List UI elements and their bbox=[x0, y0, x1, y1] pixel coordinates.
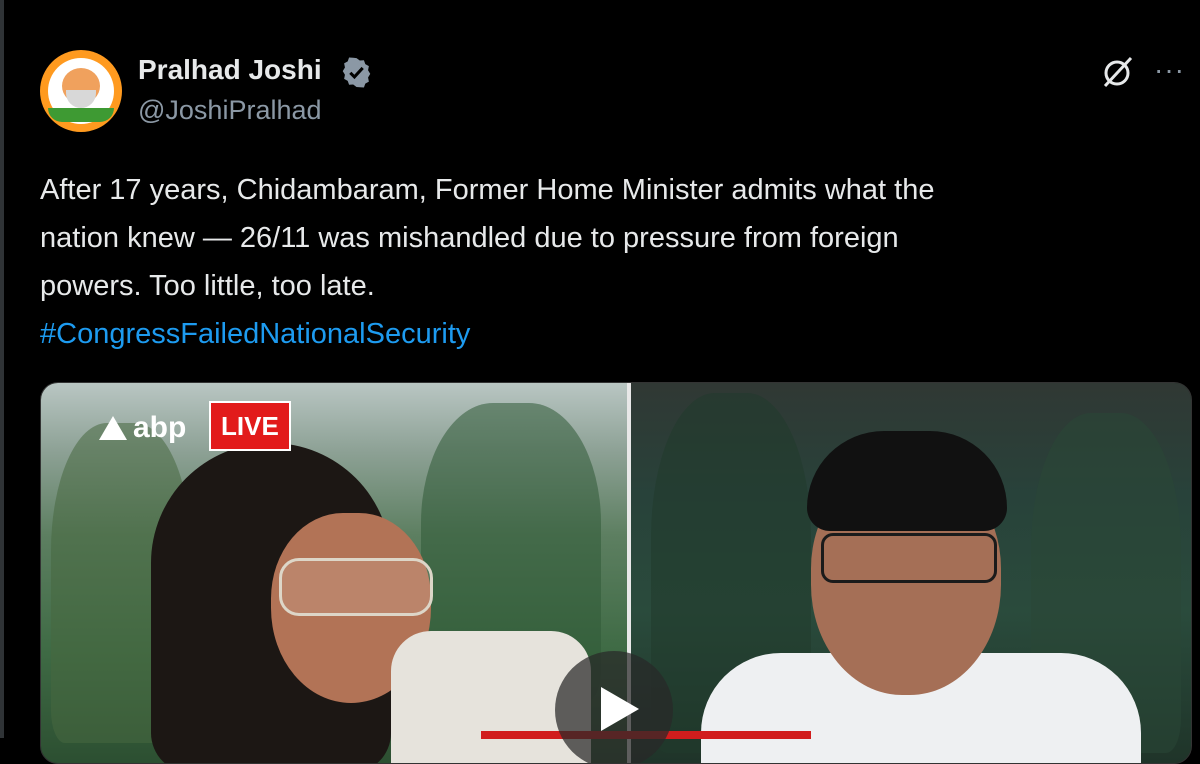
author-name[interactable]: Pralhad Joshi bbox=[138, 54, 322, 86]
abp-logo: abp bbox=[99, 407, 186, 449]
live-badge: LIVE bbox=[209, 401, 291, 451]
abp-logo-text: abp bbox=[133, 411, 187, 444]
video-player[interactable]: abp LIVE bbox=[40, 382, 1192, 764]
play-icon bbox=[601, 687, 639, 731]
author-avatar[interactable] bbox=[40, 50, 122, 132]
grok-icon[interactable] bbox=[1100, 54, 1136, 90]
verified-badge-icon bbox=[342, 57, 371, 88]
tweet-text-line: powers. Too little, too late. bbox=[40, 270, 375, 302]
author-handle[interactable]: @JoshiPralhad bbox=[138, 95, 322, 126]
more-options-icon[interactable]: ··· bbox=[1154, 56, 1190, 84]
video-right-panel bbox=[631, 383, 1191, 763]
man-glasses bbox=[821, 533, 997, 583]
tweet-text-line: nation knew — 26/11 was mishandled due t… bbox=[40, 222, 899, 254]
tweet-text: After 17 years, Chidambaram, Former Home… bbox=[40, 166, 1170, 358]
video-left-panel: abp LIVE bbox=[41, 383, 627, 763]
hashtag-link[interactable]: #CongressFailedNationalSecurity bbox=[40, 310, 1170, 358]
timeline-border bbox=[0, 0, 4, 738]
play-button[interactable] bbox=[555, 651, 673, 763]
avatar-band bbox=[48, 108, 114, 122]
man-hair bbox=[807, 431, 1007, 531]
woman-glasses bbox=[279, 558, 433, 616]
abp-logo-mark-icon bbox=[99, 416, 127, 440]
tweet-text-line: After 17 years, Chidambaram, Former Home… bbox=[40, 174, 935, 206]
